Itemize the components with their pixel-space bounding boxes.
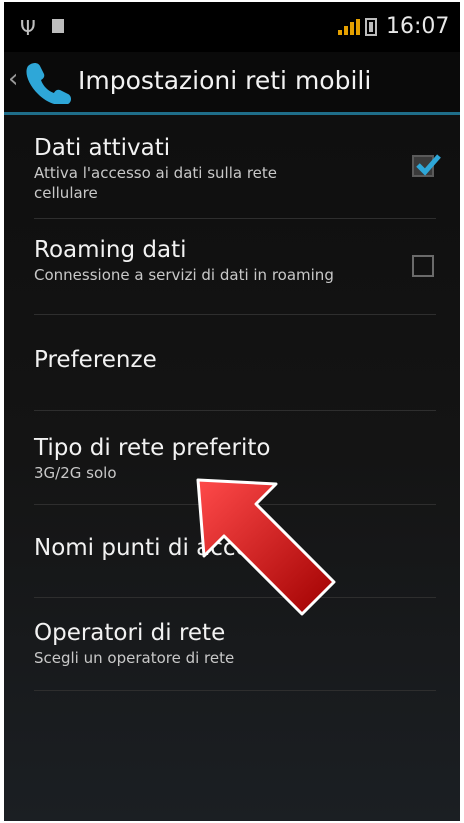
setting-data-enabled[interactable]: Dati attivati Attiva l'accesso ai dati s… [34,115,441,219]
phone-icon[interactable] [22,60,72,104]
settings-list: Dati attivati Attiva l'accesso ai dati s… [4,115,460,691]
status-bar: Ψ 16:07 [4,2,460,52]
setting-network-operators[interactable]: Operatori di rete Scegli un operatore di… [34,598,436,691]
data-roaming-checkbox[interactable] [412,255,434,277]
screen: Ψ 16:07 ‹ Impostazioni reti mobili Dati … [4,2,460,821]
setting-title: Nomi punti di accesso [34,535,288,561]
setting-title: Preferenze [34,347,157,373]
usb-icon: Ψ [20,16,36,40]
setting-preferred-network-type[interactable]: Tipo di rete preferito 3G/2G solo [34,411,436,505]
setting-preferences[interactable]: Preferenze [34,315,436,411]
setting-access-point-names[interactable]: Nomi punti di accesso [34,505,436,598]
setting-summary: 3G/2G solo [34,464,117,482]
setting-data-roaming[interactable]: Roaming dati Connessione a servizi di da… [34,219,436,315]
setting-title: Operatori di rete [34,620,226,646]
setting-title: Tipo di rete preferito [34,435,271,461]
phone-frame: Ψ 16:07 ‹ Impostazioni reti mobili Dati … [0,0,464,823]
battery-icon [365,18,377,36]
action-bar: ‹ Impostazioni reti mobili [4,52,460,115]
notification-icon [52,19,64,33]
setting-title: Roaming dati [34,237,187,263]
setting-summary: Scegli un operatore di rete [34,649,235,667]
page-title: Impostazioni reti mobili [78,66,372,95]
clock: 16:07 [386,14,450,39]
data-enabled-checkbox[interactable] [412,154,441,177]
setting-title: Dati attivati [34,135,171,161]
setting-summary: Connessione a servizi di dati in roaming [34,266,334,284]
signal-icon [338,19,360,35]
checkmark-icon [416,154,441,176]
setting-summary: Attiva l'accesso ai dati sulla rete cell… [34,164,277,202]
chevron-left-icon[interactable]: ‹ [8,64,18,94]
